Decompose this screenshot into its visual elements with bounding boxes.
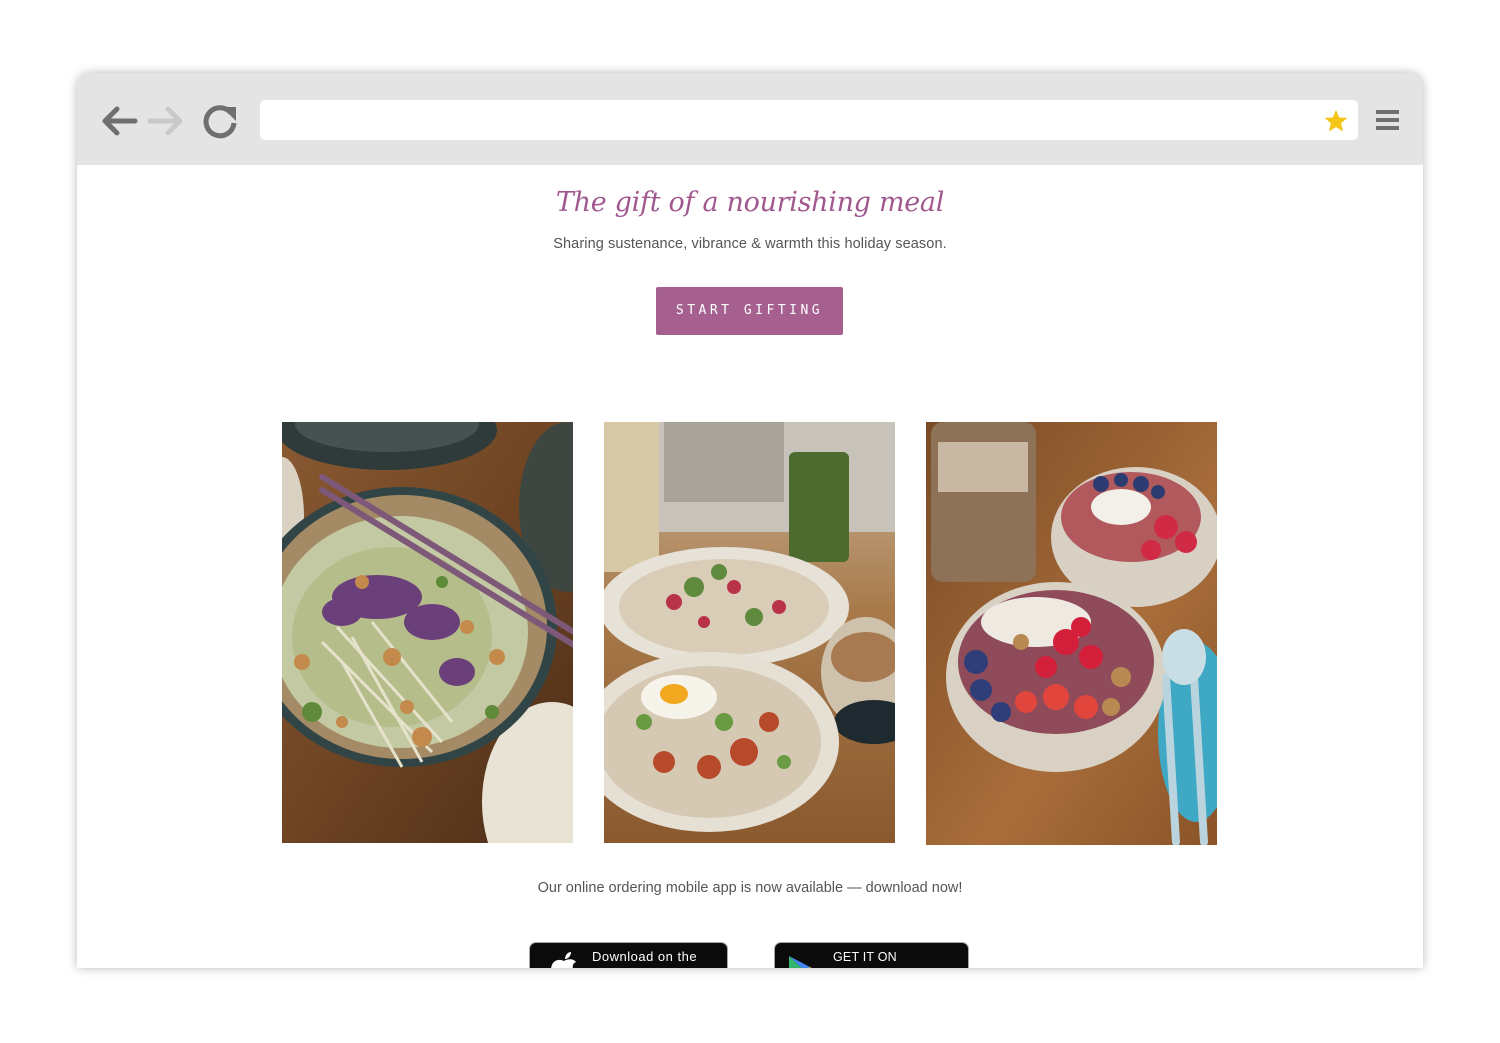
google-play-badge-label: GET IT ON bbox=[833, 950, 897, 964]
back-arrow-icon[interactable] bbox=[99, 101, 139, 141]
apple-logo-icon bbox=[551, 952, 576, 968]
start-gifting-button[interactable]: START GIFTING bbox=[656, 287, 843, 335]
reload-icon[interactable] bbox=[200, 101, 240, 141]
egg-salad-plates-photo bbox=[604, 422, 895, 843]
browser-toolbar bbox=[77, 73, 1423, 165]
app-store-badge-label: Download on the bbox=[592, 949, 698, 964]
bookmark-star-icon[interactable] bbox=[1323, 108, 1349, 134]
hamburger-menu-icon[interactable] bbox=[1375, 108, 1401, 132]
browser-window: The gift of a nourishing meal Sharing su… bbox=[77, 73, 1423, 968]
app-promo-text: Our online ordering mobile app is now av… bbox=[537, 880, 963, 896]
address-bar-input[interactable] bbox=[260, 100, 1358, 140]
hero-title: The gift of a nourishing meal bbox=[555, 187, 945, 218]
acai-fruit-bowls-photo bbox=[926, 422, 1217, 845]
app-store-badge[interactable]: Download on the bbox=[529, 942, 728, 968]
google-play-icon bbox=[789, 956, 812, 968]
noodle-bowl-with-chopsticks-photo bbox=[282, 422, 573, 843]
page-content: The gift of a nourishing meal Sharing su… bbox=[77, 165, 1423, 968]
hero-subtitle: Sharing sustenance, vibrance & warmth th… bbox=[553, 236, 947, 252]
forward-arrow-icon[interactable] bbox=[146, 101, 186, 141]
google-play-badge[interactable]: GET IT ON bbox=[774, 942, 969, 968]
